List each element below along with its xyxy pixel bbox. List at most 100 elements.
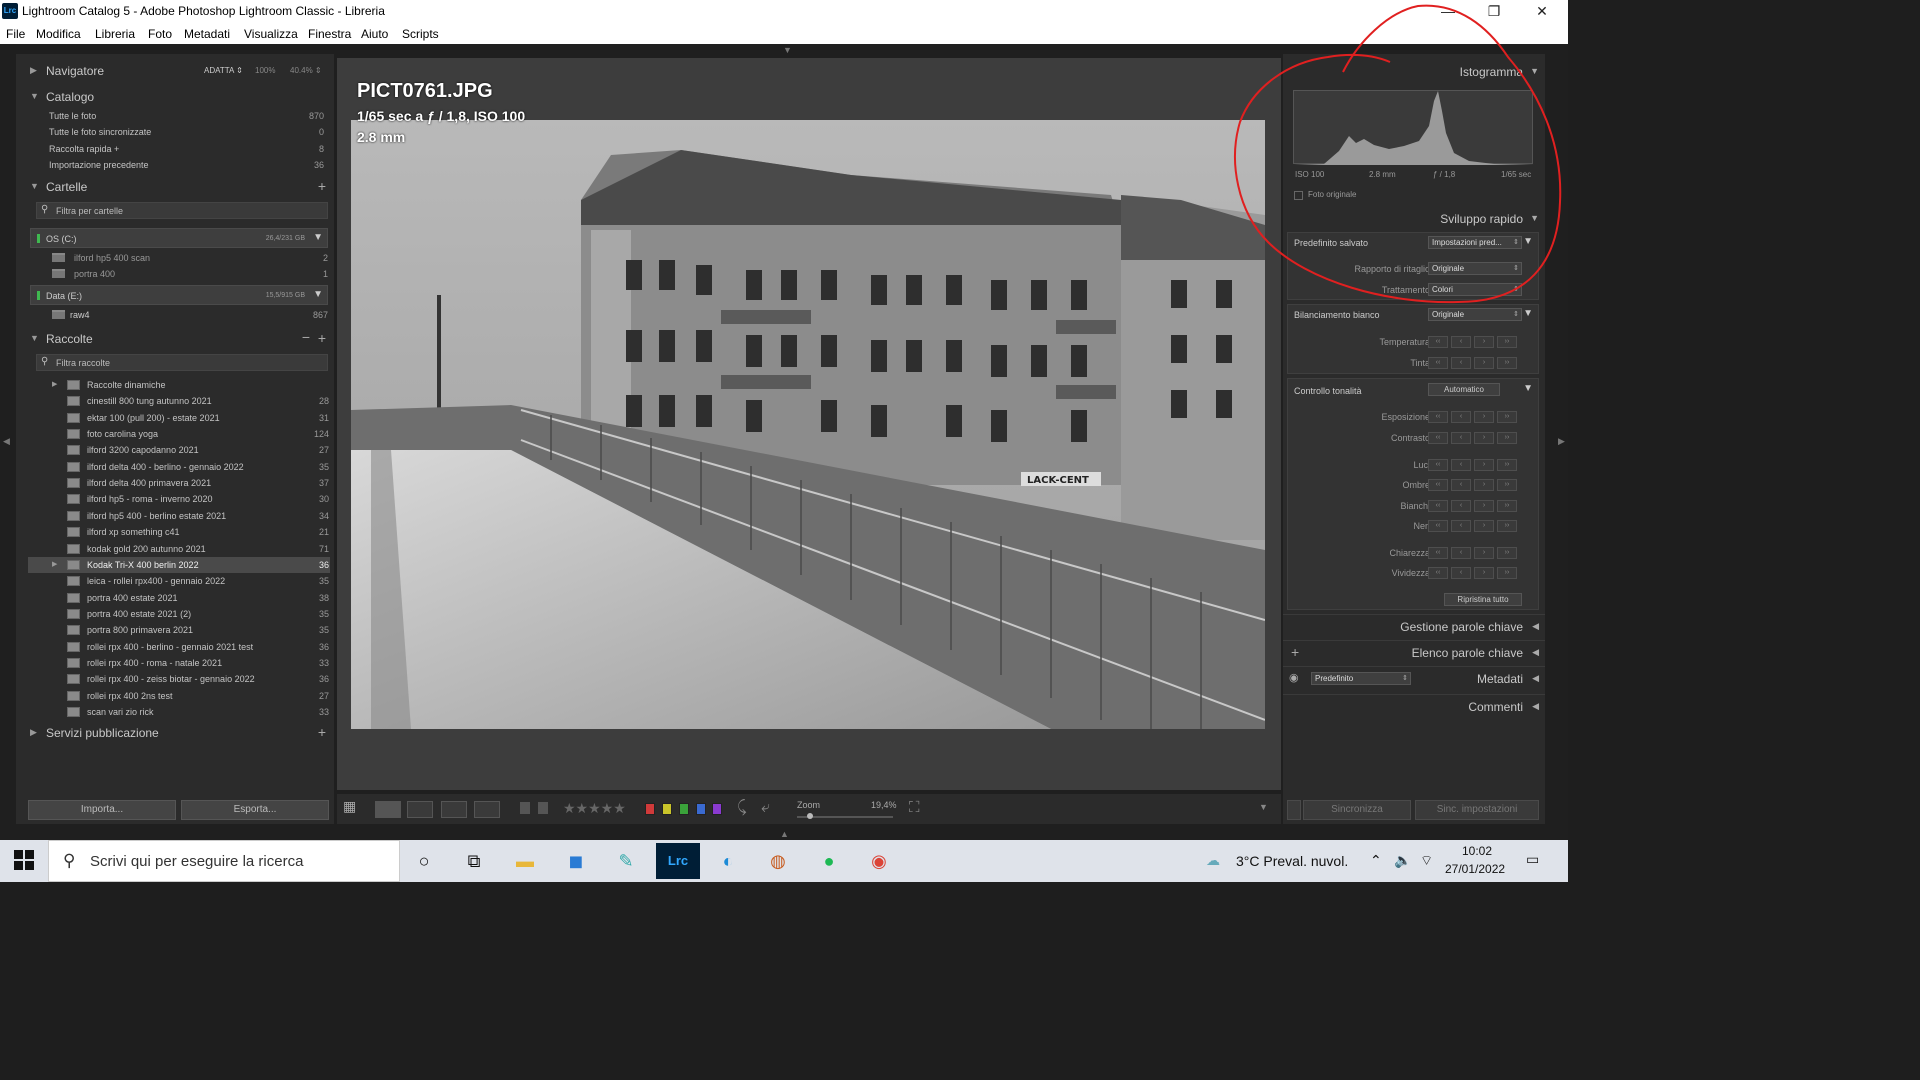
keyword-list-header[interactable]: + Elenco parole chiave ◀ — [1283, 640, 1545, 664]
step-button[interactable]: ›› — [1497, 357, 1517, 369]
collection-row[interactable]: rollei rpx 400 - berlino - gennaio 2021 … — [28, 639, 330, 655]
contrast-stepper[interactable]: ‹‹ ‹ › ›› — [1428, 432, 1522, 444]
step-button[interactable]: ‹‹ — [1428, 500, 1448, 512]
add-keyword-icon[interactable]: + — [1291, 644, 1299, 660]
menu-visualizza[interactable]: Visualizza — [244, 27, 298, 41]
folder-row[interactable]: ilford hp5 400 scan 2 — [30, 250, 328, 266]
collection-row[interactable]: foto carolina yoga 124 — [28, 426, 330, 442]
step-button[interactable]: › — [1474, 336, 1494, 348]
collection-row[interactable]: scan vari zio rick 33 — [28, 704, 330, 720]
step-button[interactable]: › — [1474, 432, 1494, 444]
clock-time[interactable]: 10:02 — [1462, 844, 1492, 858]
step-button[interactable]: ›› — [1497, 336, 1517, 348]
step-button[interactable]: › — [1474, 411, 1494, 423]
eye-icon[interactable]: ◉ — [1289, 671, 1299, 684]
step-button[interactable]: ‹‹ — [1428, 547, 1448, 559]
lightroom-taskbar-icon[interactable]: Lrc — [656, 843, 700, 879]
export-button[interactable]: Esporta... — [181, 800, 329, 820]
flag-pick-icon[interactable] — [520, 802, 530, 814]
step-button[interactable]: ‹‹ — [1428, 357, 1448, 369]
auto-tone-button[interactable]: Automatico — [1428, 383, 1500, 396]
collection-row[interactable]: ilford delta 400 primavera 2021 37 — [28, 475, 330, 491]
firefox-icon[interactable]: ◍ — [762, 846, 794, 876]
metadata-header[interactable]: ◉ Predefinito ⇕ Metadati ◀ — [1283, 666, 1545, 690]
microsoft-store-icon[interactable]: ◼ — [560, 846, 592, 876]
step-button[interactable]: ›› — [1497, 432, 1517, 444]
add-collection-icon[interactable]: + — [318, 330, 326, 346]
step-button[interactable]: ‹ — [1451, 432, 1471, 444]
collection-row[interactable]: ilford hp5 400 - berlino estate 2021 34 — [28, 508, 330, 524]
step-button[interactable]: ‹‹ — [1428, 479, 1448, 491]
loupe-view-icon[interactable] — [375, 801, 401, 818]
rotate-left-icon[interactable]: ⤹ — [737, 799, 747, 817]
step-button[interactable]: › — [1474, 547, 1494, 559]
step-button[interactable]: ›› — [1497, 500, 1517, 512]
compare-view-icon[interactable] — [407, 801, 433, 818]
dropdown-arrow-icon[interactable]: ▼ — [1523, 383, 1533, 394]
step-button[interactable]: ‹ — [1451, 500, 1471, 512]
label-blue-icon[interactable] — [696, 803, 706, 815]
step-button[interactable]: ›› — [1497, 567, 1517, 579]
collection-row[interactable]: ilford hp5 - roma - inverno 2020 30 — [28, 491, 330, 507]
notification-center-icon[interactable]: ▭ — [1526, 851, 1539, 868]
cortana-icon[interactable]: ○ — [408, 846, 440, 876]
label-purple-icon[interactable] — [712, 803, 722, 815]
volume-os-c[interactable]: OS (C:) 26,4/231 GB ▼ — [30, 228, 328, 248]
collection-row[interactable]: rollei rpx 400 2ns test 27 — [28, 688, 330, 704]
edge-icon[interactable]: ◐ — [712, 846, 744, 876]
star-rating[interactable]: ★★★★★ — [563, 800, 626, 817]
step-button[interactable]: ‹ — [1451, 567, 1471, 579]
step-button[interactable]: › — [1474, 567, 1494, 579]
windows-start-icon[interactable] — [14, 850, 34, 870]
people-view-icon[interactable] — [474, 801, 500, 818]
sync-button[interactable]: Sincronizza — [1303, 800, 1411, 820]
weather-icon[interactable]: ☁ — [1206, 852, 1220, 869]
survey-view-icon[interactable] — [441, 801, 467, 818]
sync-settings-button[interactable]: Sinc. impostazioni — [1415, 800, 1539, 820]
collection-row[interactable]: ilford xp something c41 21 — [28, 524, 330, 540]
rotate-right-icon[interactable]: ⤶ — [761, 799, 770, 817]
spotify-icon[interactable]: ● — [813, 846, 845, 876]
label-yellow-icon[interactable] — [662, 803, 672, 815]
step-button[interactable]: ›› — [1497, 479, 1517, 491]
grid-view-icon[interactable]: ▦ — [343, 798, 369, 815]
collection-row[interactable]: portra 800 primavera 2021 35 — [28, 622, 330, 638]
catalog-header[interactable]: ▼ Catalogo — [16, 86, 334, 108]
step-button[interactable]: ‹ — [1451, 411, 1471, 423]
step-button[interactable]: ›› — [1497, 520, 1517, 532]
slideshow-icon[interactable]: ⛶ — [909, 799, 920, 816]
right-panel-toggle-icon[interactable]: ▶ — [1558, 436, 1565, 447]
step-button[interactable]: ‹ — [1451, 547, 1471, 559]
reset-all-button[interactable]: Ripristina tutto — [1444, 593, 1522, 606]
collection-row[interactable]: ▶ Kodak Tri-X 400 berlin 2022 36 — [28, 556, 330, 573]
collection-row[interactable]: kodak gold 200 autunno 2021 71 — [28, 541, 330, 557]
volume-icon[interactable]: 🔈 — [1394, 852, 1411, 869]
vibrance-stepper[interactable]: ‹‹ ‹ › ›› — [1428, 567, 1522, 579]
collection-row[interactable]: rollei rpx 400 - zeiss biotar - gennaio … — [28, 671, 330, 687]
clarity-stepper[interactable]: ‹‹ ‹ › ›› — [1428, 547, 1522, 559]
keywording-header[interactable]: Gestione parole chiave ◀ — [1283, 614, 1545, 638]
collection-row[interactable]: portra 400 estate 2021 38 — [28, 590, 330, 606]
menu-libreria[interactable]: Libreria — [95, 27, 135, 41]
menu-scripts[interactable]: Scripts — [402, 27, 439, 41]
step-button[interactable]: ‹ — [1451, 336, 1471, 348]
filmstrip-toggle-icon[interactable]: ▲ — [780, 829, 789, 839]
step-button[interactable]: › — [1474, 357, 1494, 369]
sync-toggle-icon[interactable] — [1287, 800, 1301, 820]
menu-aiuto[interactable]: Aiuto — [361, 27, 388, 41]
step-button[interactable]: ‹ — [1451, 479, 1471, 491]
navigator-header[interactable]: ▶ Navigatore ADATTA ⇕ 100% 40.4% ⇕ — [16, 60, 334, 82]
import-button[interactable]: Importa... — [28, 800, 176, 820]
shadows-stepper[interactable]: ‹‹ ‹ › ›› — [1428, 479, 1522, 491]
step-button[interactable]: › — [1474, 500, 1494, 512]
step-button[interactable]: ‹‹ — [1428, 411, 1448, 423]
folders-header[interactable]: ▼ Cartelle + — [16, 176, 334, 198]
label-green-icon[interactable] — [679, 803, 689, 815]
step-button[interactable]: ‹‹ — [1428, 567, 1448, 579]
menu-foto[interactable]: Foto — [148, 27, 172, 41]
whites-stepper[interactable]: ‹‹ ‹ › ›› — [1428, 500, 1522, 512]
blacks-stepper[interactable]: ‹‹ ‹ › ›› — [1428, 520, 1522, 532]
step-button[interactable]: › — [1474, 479, 1494, 491]
step-button[interactable]: ‹‹ — [1428, 432, 1448, 444]
collection-filter-input[interactable]: ⚲ Filtra raccolte — [36, 354, 328, 371]
